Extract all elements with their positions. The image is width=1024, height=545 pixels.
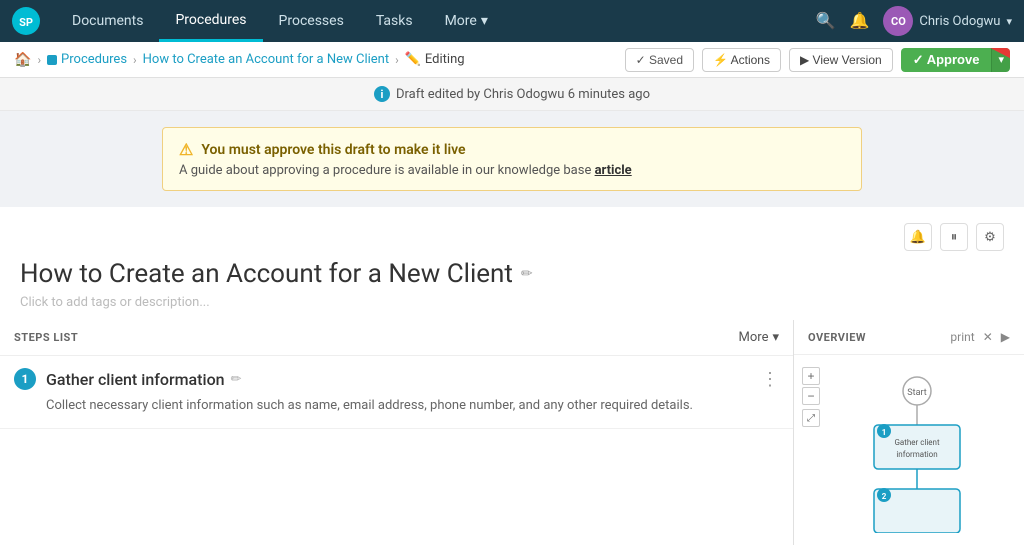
top-nav: SP Documents Procedures Processes Tasks … — [0, 0, 1024, 42]
nav-processes[interactable]: Processes — [263, 0, 360, 42]
breadcrumb-actions: ✓ Saved ⚡ Actions ▶ View Version ✓ Appro… — [625, 48, 1010, 72]
search-button[interactable]: 🔍 — [816, 11, 836, 31]
procedure-description[interactable]: Click to add tags or description... — [20, 295, 1004, 310]
overview-expand-icon[interactable]: ▶ — [1001, 330, 1010, 344]
breadcrumb-separator-1: › — [37, 53, 41, 67]
chevron-down-icon-user: ▾ — [1006, 15, 1012, 28]
procedure-title: How to Create an Account for a New Clien… — [20, 259, 1004, 289]
breadcrumb-bar: 🏠 › Procedures › How to Create an Accoun… — [0, 42, 1024, 78]
step-description: Collect necessary client information suc… — [14, 396, 779, 416]
warning-article-link[interactable]: article — [595, 163, 632, 178]
info-icon: i — [374, 86, 390, 102]
avatar: CO — [883, 6, 913, 36]
table-row: 1 Gather client information ✏ ⋮ Collect … — [0, 356, 793, 429]
approve-dropdown-button[interactable]: ▾ — [991, 48, 1010, 72]
user-name: Chris Odogwu — [919, 14, 1000, 29]
home-icon[interactable]: 🏠 — [14, 52, 31, 68]
breadcrumb-procedures[interactable]: Procedures — [47, 52, 127, 67]
warning-box: ⚠ You must approve this draft to make it… — [162, 127, 862, 191]
overview-panel: OVERVIEW print ✕ ▶ + − ⤢ — [794, 320, 1024, 545]
draft-text: Draft edited by Chris Odogwu 6 minutes a… — [396, 87, 650, 102]
zoom-out-button[interactable]: − — [802, 387, 820, 405]
bottom-panels: STEPS LIST More ▾ 1 Gather client inform… — [0, 320, 1024, 545]
nav-links: Documents Procedures Processes Tasks Mor… — [56, 0, 816, 42]
overview-canvas: + − ⤢ Start — [794, 355, 1024, 545]
warning-desc: A guide about approving a procedure is a… — [179, 163, 845, 178]
page-wrapper: SP Documents Procedures Processes Tasks … — [0, 0, 1024, 545]
step-menu-icon[interactable]: ⋮ — [761, 369, 779, 390]
warning-icon: ⚠ — [179, 140, 193, 159]
bell-icon-button[interactable]: 🔔 — [904, 223, 932, 251]
view-version-button[interactable]: ▶ View Version — [789, 48, 893, 72]
approve-button[interactable]: ✓ Approve — [901, 48, 992, 72]
flow-diagram: Start 1 Gather client information — [832, 363, 1016, 537]
step-title: Gather client information ✏ — [46, 370, 241, 389]
steps-header: STEPS LIST More ▾ — [0, 320, 793, 356]
svg-text:information: information — [896, 450, 937, 459]
procedures-tag-icon — [47, 55, 57, 65]
step-number-badge: 1 — [14, 368, 36, 390]
pause-icon-button[interactable]: ⏸ — [940, 223, 968, 251]
step-num-title: 1 Gather client information ✏ — [14, 368, 241, 390]
nav-procedures[interactable]: Procedures — [159, 0, 262, 42]
breadcrumb-editing: ✏️ Editing — [405, 52, 465, 67]
svg-text:1: 1 — [882, 428, 887, 437]
approve-button-group: ✓ Approve ▾ — [901, 48, 1010, 72]
overview-header: OVERVIEW print ✕ ▶ — [794, 320, 1024, 355]
actions-button[interactable]: ⚡ Actions — [702, 48, 781, 72]
breadcrumb-procedure-name[interactable]: How to Create an Account for a New Clien… — [143, 52, 389, 67]
svg-text:Gather client: Gather client — [894, 438, 940, 447]
zoom-controls: + − ⤢ — [802, 367, 820, 427]
breadcrumb-separator-2: › — [133, 53, 137, 67]
title-edit-icon[interactable]: ✏ — [521, 266, 533, 282]
expand-button[interactable]: ⤢ — [802, 409, 820, 427]
procedure-icons-row: 🔔 ⏸ ⚙ — [20, 223, 1004, 251]
settings-icon-button[interactable]: ⚙ — [976, 223, 1004, 251]
step-edit-icon[interactable]: ✏ — [231, 372, 242, 387]
edit-pencil-icon: ✏️ — [405, 52, 421, 67]
nav-tasks[interactable]: Tasks — [360, 0, 429, 42]
flow-diagram-svg: Start 1 Gather client information — [832, 373, 1002, 533]
overview-close-icon[interactable]: ✕ — [983, 330, 993, 344]
step-item-header: 1 Gather client information ✏ ⋮ — [14, 368, 779, 390]
nav-more[interactable]: More ▾ — [429, 0, 504, 42]
procedure-header: 🔔 ⏸ ⚙ How to Create an Account for a New… — [0, 207, 1024, 320]
notification-button[interactable]: 🔔 — [850, 11, 870, 31]
svg-text:2: 2 — [882, 492, 887, 501]
steps-panel: STEPS LIST More ▾ 1 Gather client inform… — [0, 320, 794, 545]
overview-actions: print ✕ ▶ — [950, 330, 1010, 344]
zoom-in-button[interactable]: + — [802, 367, 820, 385]
overview-title: OVERVIEW — [808, 331, 866, 344]
nav-documents[interactable]: Documents — [56, 0, 159, 42]
draft-banner: i Draft edited by Chris Odogwu 6 minutes… — [0, 78, 1024, 111]
chevron-down-steps-icon: ▾ — [772, 330, 779, 345]
steps-more-button[interactable]: More ▾ — [739, 330, 779, 345]
steps-list-title: STEPS LIST — [14, 331, 78, 344]
svg-text:SP: SP — [19, 16, 33, 29]
user-menu[interactable]: CO Chris Odogwu ▾ — [883, 6, 1012, 36]
chevron-down-icon: ▾ — [481, 13, 488, 29]
warning-section: ⚠ You must approve this draft to make it… — [0, 111, 1024, 191]
saved-button[interactable]: ✓ Saved — [625, 48, 694, 72]
logo-area: SP — [12, 7, 40, 35]
warning-title: ⚠ You must approve this draft to make it… — [179, 140, 845, 159]
nav-right: 🔍 🔔 CO Chris Odogwu ▾ — [816, 6, 1012, 36]
svg-text:Start: Start — [907, 388, 926, 398]
breadcrumb-separator-3: › — [395, 53, 399, 67]
overview-print-link[interactable]: print — [950, 330, 974, 344]
logo-icon: SP — [12, 7, 40, 35]
content-wrapper: ⚠ You must approve this draft to make it… — [0, 111, 1024, 545]
